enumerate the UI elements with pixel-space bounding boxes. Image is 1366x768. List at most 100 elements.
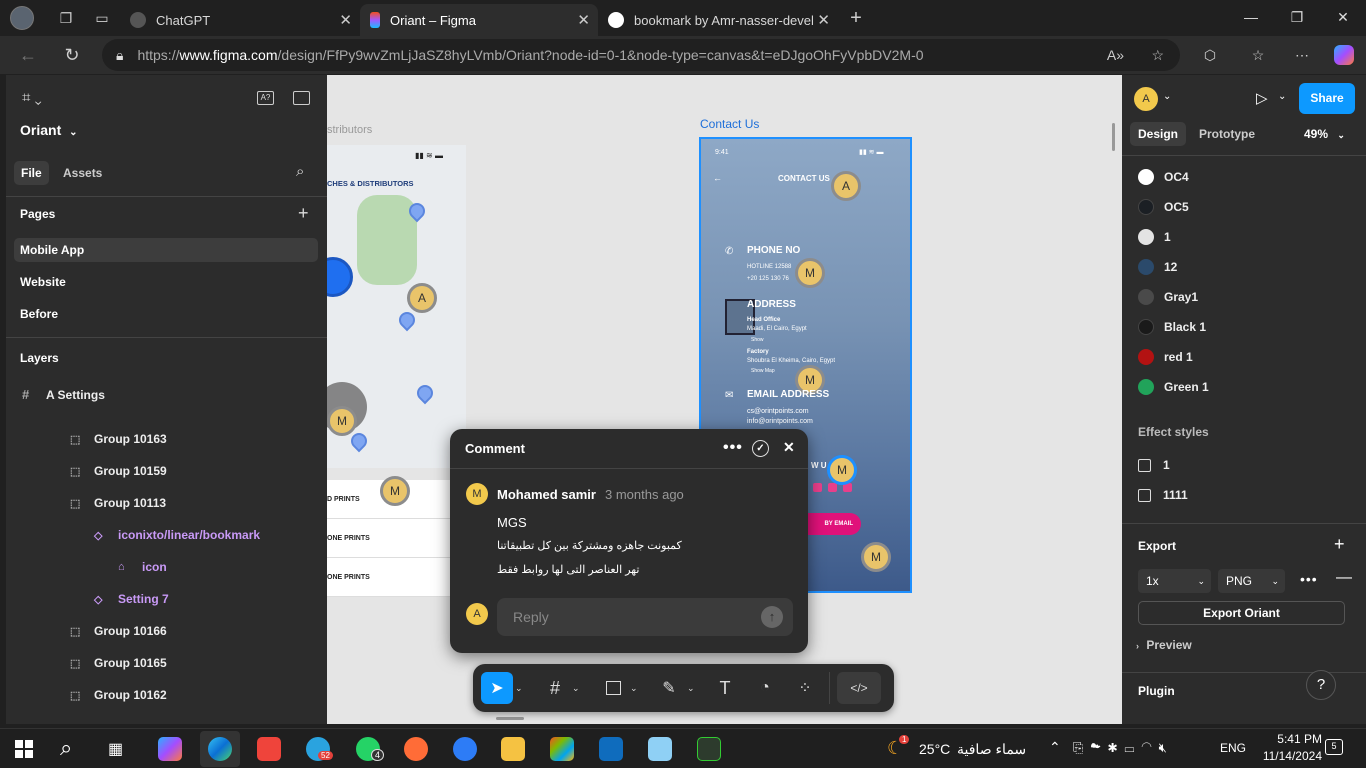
send-arrow-icon[interactable]: ↑	[761, 606, 783, 628]
restore-icon[interactable]: ❐	[1274, 0, 1320, 34]
chevron-down-icon[interactable]: ⌄	[1278, 91, 1286, 102]
layer-group-10162[interactable]: ⬚ Group 10162	[70, 688, 167, 702]
color-style-12[interactable]: 12	[1138, 259, 1177, 275]
back-icon[interactable]: ←	[10, 40, 46, 70]
close-window-icon[interactable]: ✕	[1320, 0, 1366, 34]
map-pin[interactable]	[395, 308, 419, 332]
copilot-app-icon[interactable]	[158, 737, 182, 761]
layer-icon[interactable]: ⌂ icon	[118, 560, 167, 574]
postman-icon[interactable]	[404, 737, 428, 761]
close-icon[interactable]: ✕	[817, 11, 830, 29]
color-style-gray1[interactable]: Gray1	[1138, 289, 1198, 305]
chevron-up-icon[interactable]: ⌃	[1049, 739, 1061, 756]
add-page-icon[interactable]: +	[298, 203, 309, 224]
url-field[interactable]: 🔒︎ https://www.figma.com/design/FfPy9wvZ…	[102, 39, 1180, 71]
input-language[interactable]: ENG	[1220, 741, 1246, 755]
frame-tool-icon[interactable]: #	[543, 672, 567, 704]
close-icon[interactable]: ✕	[339, 11, 352, 29]
actions-tool-icon[interactable]: ⁘	[793, 672, 817, 704]
copilot-icon[interactable]	[1326, 40, 1362, 70]
comment-avatar-a[interactable]: A	[407, 283, 437, 313]
favorites-icon[interactable]: ☆	[1240, 40, 1276, 70]
comment-avatar-m[interactable]: M	[827, 455, 857, 485]
layer-iconixto-bookmark[interactable]: ◇ iconixto/linear/bookmark	[94, 528, 260, 542]
effect-style-1111[interactable]: 1111	[1138, 488, 1188, 502]
dev-mode-icon[interactable]: </>	[837, 672, 881, 704]
tray-icons[interactable]: ⎘☁✱▭◠🔇︎	[1073, 740, 1174, 756]
notepad-icon[interactable]	[648, 737, 672, 761]
minimize-icon[interactable]: —	[1228, 0, 1274, 34]
frame-label-distributors[interactable]: stributors	[327, 124, 372, 136]
list-item[interactable]: ONE PRINTS	[327, 558, 466, 597]
tab-assets[interactable]: Assets	[63, 166, 102, 180]
export-more-icon[interactable]: •••	[1300, 571, 1318, 587]
chevron-down-icon[interactable]: ⌄	[572, 672, 580, 704]
color-style-red1[interactable]: red 1	[1138, 349, 1193, 365]
map-pin[interactable]	[347, 429, 371, 453]
font-icon[interactable]: A?	[257, 91, 274, 105]
layer-group-10165[interactable]: ⬚ Group 10165	[70, 656, 167, 670]
remove-export-icon[interactable]: —	[1336, 569, 1352, 587]
figma-menu-icon[interactable]: ⌗ ⌄	[22, 89, 42, 106]
chevron-down-icon[interactable]: ⌄	[630, 672, 638, 704]
text-tool-icon[interactable]: T	[713, 672, 737, 704]
close-icon[interactable]: ✕	[577, 11, 590, 29]
workspaces-icon[interactable]: ❐	[48, 3, 84, 33]
frame-label-contact-us[interactable]: Contact Us	[700, 117, 759, 131]
color-style-black1[interactable]: Black 1	[1138, 319, 1206, 335]
comment-avatar-m[interactable]: M	[795, 258, 825, 288]
comment-tool-icon[interactable]: ◔	[753, 672, 777, 704]
anydesk-icon[interactable]	[257, 737, 281, 761]
list-item[interactable]: ONE PRINTS	[327, 519, 466, 558]
page-item-mobile-app[interactable]: Mobile App	[14, 238, 318, 262]
new-tab-icon[interactable]: +	[838, 3, 874, 33]
layer-setting-7[interactable]: ◇ Setting 7	[94, 592, 169, 606]
comment-avatar-m[interactable]: M	[861, 542, 891, 572]
tab-github[interactable]: bookmark by Amr-nasser-develop ✕	[598, 4, 838, 36]
tab-file[interactable]: File	[14, 161, 49, 185]
page-item-before[interactable]: Before	[20, 307, 58, 321]
more-icon[interactable]: •••	[723, 439, 743, 457]
chevron-down-icon[interactable]: ⌄	[687, 672, 695, 704]
add-export-icon[interactable]: +	[1334, 534, 1345, 555]
color-style-green1[interactable]: Green 1	[1138, 379, 1209, 395]
comment-avatar-m[interactable]: M	[380, 476, 410, 506]
search-icon[interactable]: ⌕	[60, 735, 72, 761]
windows-start-icon[interactable]	[15, 740, 33, 758]
weather-condition[interactable]: سماء صافية	[957, 741, 1026, 758]
clock-time[interactable]: 5:41 PM	[1260, 732, 1322, 746]
chevron-down-icon[interactable]: ⌄	[515, 672, 523, 704]
robot-app-icon[interactable]	[697, 737, 721, 761]
layer-group-10166[interactable]: ⬚ Group 10166	[70, 624, 167, 638]
help-button[interactable]: ?	[1306, 670, 1336, 700]
reply-input[interactable]: Reply ↑	[497, 598, 793, 636]
chevron-down-icon[interactable]: ⌄	[1163, 91, 1171, 102]
move-tool[interactable]: ➤	[481, 672, 513, 704]
color-style-oc5[interactable]: OC5	[1138, 199, 1189, 215]
tab-actions-icon[interactable]: ▭	[84, 3, 120, 33]
rectangle-tool-icon[interactable]	[601, 672, 625, 704]
canvas-h-scrollbar[interactable]	[496, 717, 524, 720]
tab-prototype[interactable]: Prototype	[1199, 127, 1255, 141]
app-store-icon[interactable]	[453, 737, 477, 761]
map-pin[interactable]	[413, 381, 437, 405]
edge-icon[interactable]	[208, 737, 232, 761]
user-avatar[interactable]: A	[1134, 87, 1158, 111]
zoom-level[interactable]: 49% ⌄	[1304, 127, 1345, 141]
color-style-1[interactable]: 1	[1138, 229, 1171, 245]
tab-chatgpt[interactable]: ChatGPT ✕	[120, 4, 360, 36]
distributors-frame[interactable]: ▮▮ ≋ ▬ CHES & DISTRIBUTORS A M	[327, 145, 466, 468]
notification-bell-icon[interactable]: 5	[1325, 739, 1343, 755]
export-scale-select[interactable]: 1x ⌄	[1138, 569, 1211, 593]
preview-toggle[interactable]: › Preview	[1136, 638, 1192, 652]
present-play-icon[interactable]: ▷	[1256, 89, 1268, 107]
microsoft-store-icon[interactable]	[550, 737, 574, 761]
resolve-check-icon[interactable]: ✓	[752, 440, 769, 457]
search-icon[interactable]: ⌕	[296, 163, 304, 180]
color-style-oc4[interactable]: OC4	[1138, 169, 1189, 185]
read-aloud-icon[interactable]: A»	[1107, 47, 1124, 63]
page-item-website[interactable]: Website	[20, 275, 66, 289]
more-icon[interactable]: ⋯	[1284, 40, 1320, 70]
comment-avatar-a[interactable]: A	[831, 171, 861, 201]
layer-group-10159[interactable]: ⬚ Group 10159	[70, 464, 167, 478]
